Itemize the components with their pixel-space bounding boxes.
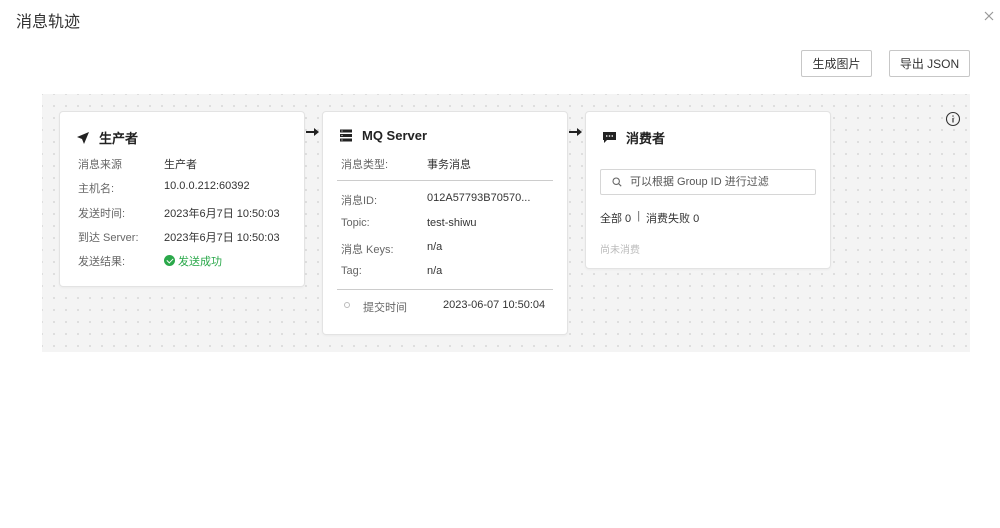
server-icon [340, 129, 352, 142]
arrow-right-icon [569, 128, 582, 136]
mq-server-header: MQ Server [339, 128, 427, 143]
producer-row-result: 发送结果: 发送成功 [78, 253, 222, 269]
consume-stats: 全部 0 | 消费失败 0 [600, 210, 699, 226]
mq-divider-bottom [337, 289, 553, 290]
info-icon[interactable] [945, 111, 961, 127]
empty-state-text: 尚未消费 [600, 245, 640, 256]
stats-separator: | [637, 210, 641, 222]
mq-row-topic: Topic: test-shiwu [341, 217, 477, 229]
consumer-title: 消费者 [626, 131, 666, 146]
stats-failed[interactable]: 消费失败 0 [646, 210, 699, 226]
mq-row-commit-time: 提交时间 2023-06-07 10:50:04 [363, 299, 546, 314]
producer-card: 生产者 消息来源 生产者 主机名: 10.0.0.212:60392 发送时间:… [59, 111, 305, 287]
producer-row-arrive: 到达 Server: 2023年6月7日 10:50:03 [78, 232, 280, 244]
mq-row-type: 消息类型: 事务消息 [341, 159, 471, 171]
check-circle-icon [164, 255, 175, 266]
arrow-right-icon [306, 128, 319, 136]
group-filter-field[interactable] [600, 169, 816, 195]
mq-server-title: MQ Server [362, 128, 428, 143]
export-json-button[interactable]: 导出 JSON [889, 50, 970, 77]
mq-divider-top [337, 180, 553, 181]
mq-row-tag: Tag: n/a [341, 265, 443, 277]
producer-title: 生产者 [99, 131, 139, 146]
mq-server-card: MQ Server 消息类型: 事务消息 消息ID: 012A57793B705… [322, 111, 568, 335]
send-icon [77, 131, 89, 144]
producer-row-host: 主机名: 10.0.0.212:60392 [78, 180, 250, 195]
producer-row-send-time: 发送时间: 2023年6月7日 10:50:03 [78, 208, 280, 220]
consumer-header: 消费者 [602, 128, 665, 147]
generate-image-button[interactable]: 生成图片 [801, 50, 872, 77]
mq-row-keys: 消息 Keys: n/a [341, 241, 443, 256]
close-icon[interactable] [983, 10, 995, 22]
dialog-title: 消息轨迹 [16, 14, 81, 31]
consumer-card: 消费者 全部 0 | 消费失败 0 尚未消费 [585, 111, 831, 269]
producer-header: 生产者 [76, 128, 138, 147]
search-icon [612, 177, 622, 187]
stats-all[interactable]: 全部 0 [600, 210, 631, 226]
message-icon [603, 132, 616, 143]
group-filter-input[interactable] [630, 176, 810, 188]
producer-row-source: 消息来源 生产者 [78, 159, 197, 171]
status-badge: 发送成功 [164, 253, 222, 269]
timeline-dot-icon [344, 302, 350, 308]
mq-row-message-id: 消息ID: 012A57793B70570... [341, 192, 531, 207]
